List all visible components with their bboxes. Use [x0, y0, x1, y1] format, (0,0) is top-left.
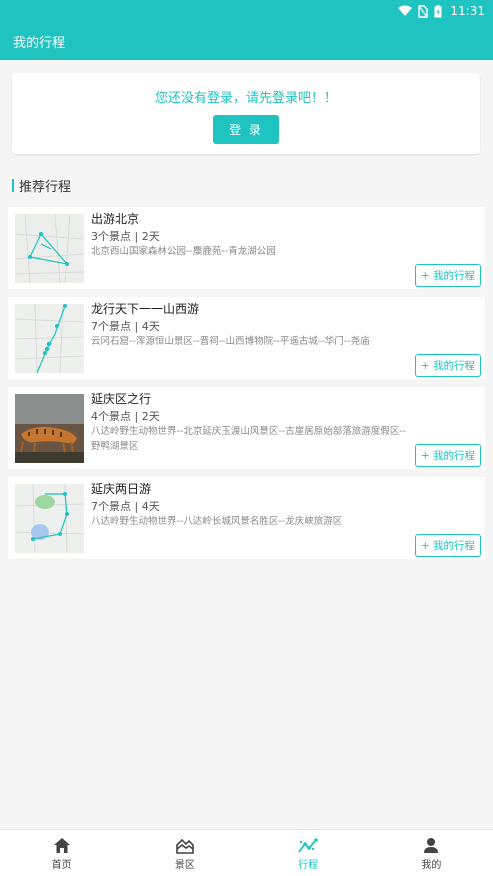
trend-icon	[298, 836, 318, 856]
trip-meta: 7个景点 | 4天	[91, 500, 160, 513]
photo-thumbnail	[15, 394, 84, 463]
trip-card[interactable]: 出游北京 3个景点 | 2天 北京西山国家森林公园--麋鹿苑--青龙湖公园 + …	[8, 207, 485, 289]
status-bar: 11:31	[0, 0, 493, 22]
battery-icon	[434, 4, 442, 18]
map-thumbnail	[15, 304, 84, 373]
page-title: 我的行程	[13, 35, 66, 51]
tab-label: 首页	[51, 859, 72, 871]
trip-meta: 4个景点 | 2天	[91, 410, 160, 423]
trip-name: 出游北京	[91, 212, 140, 226]
tab-home[interactable]: 首页	[0, 830, 123, 876]
trip-spots: 八达岭野生动物世界--北京延庆玉渡山风景区--古崖居原始部落旅游度假区--野鸭湖…	[91, 426, 407, 452]
person-icon	[423, 836, 439, 856]
bottom-tab-bar: 首页 景区 行程 我的	[0, 829, 493, 876]
tab-itinerary[interactable]: 行程	[247, 830, 370, 876]
home-icon	[53, 836, 71, 856]
login-card: 您还没有登录，请先登录吧！！ 登 录	[12, 73, 480, 154]
login-message: 您还没有登录，请先登录吧！！	[154, 91, 337, 106]
add-to-my-trip-button[interactable]: + 我的行程	[415, 354, 481, 377]
section-header: 推荐行程	[12, 176, 72, 195]
trip-card[interactable]: 延庆两日游 7个景点 | 4天 八达岭野生动物世界--八达岭长城风景名胜区--龙…	[8, 477, 485, 559]
tab-scenic[interactable]: 景区	[123, 830, 246, 876]
accent-bar	[12, 178, 14, 192]
add-to-my-trip-button[interactable]: + 我的行程	[415, 534, 481, 557]
add-to-my-trip-button[interactable]: + 我的行程	[415, 444, 481, 467]
clock-time: 11:31	[450, 4, 485, 18]
mountain-icon	[176, 836, 194, 856]
trip-card[interactable]: 延庆区之行 4个景点 | 2天 八达岭野生动物世界--北京延庆玉渡山风景区--古…	[8, 387, 485, 469]
no-sim-icon	[418, 4, 429, 18]
trip-meta: 7个景点 | 4天	[91, 320, 160, 333]
tab-label: 我的	[421, 859, 442, 871]
section-title: 推荐行程	[19, 179, 72, 195]
map-thumbnail	[15, 214, 84, 283]
tab-label: 景区	[174, 859, 195, 871]
trip-spots: 八达岭野生动物世界--八达岭长城风景名胜区--龙庆峡旅游区	[91, 516, 343, 527]
tab-profile[interactable]: 我的	[370, 830, 493, 876]
tab-label: 行程	[298, 859, 319, 871]
trip-card[interactable]: 龙行天下一一山西游 7个景点 | 4天 云冈石窟--浑源恒山景区--晋祠--山西…	[8, 297, 485, 379]
trip-name: 龙行天下一一山西游	[91, 302, 200, 316]
add-to-my-trip-button[interactable]: + 我的行程	[415, 264, 481, 287]
trip-name: 延庆两日游	[91, 482, 152, 496]
trip-spots: 云冈石窟--浑源恒山景区--晋祠--山西博物院--平遥古城--华门--尧庙	[91, 336, 370, 347]
map-thumbnail	[15, 484, 84, 553]
app-bar: 我的行程	[0, 22, 493, 60]
login-button[interactable]: 登 录	[213, 115, 279, 144]
trip-name: 延庆区之行	[91, 392, 152, 406]
wifi-icon	[398, 5, 413, 17]
trip-spots: 北京西山国家森林公园--麋鹿苑--青龙湖公园	[91, 246, 276, 257]
trip-meta: 3个景点 | 2天	[91, 230, 160, 243]
